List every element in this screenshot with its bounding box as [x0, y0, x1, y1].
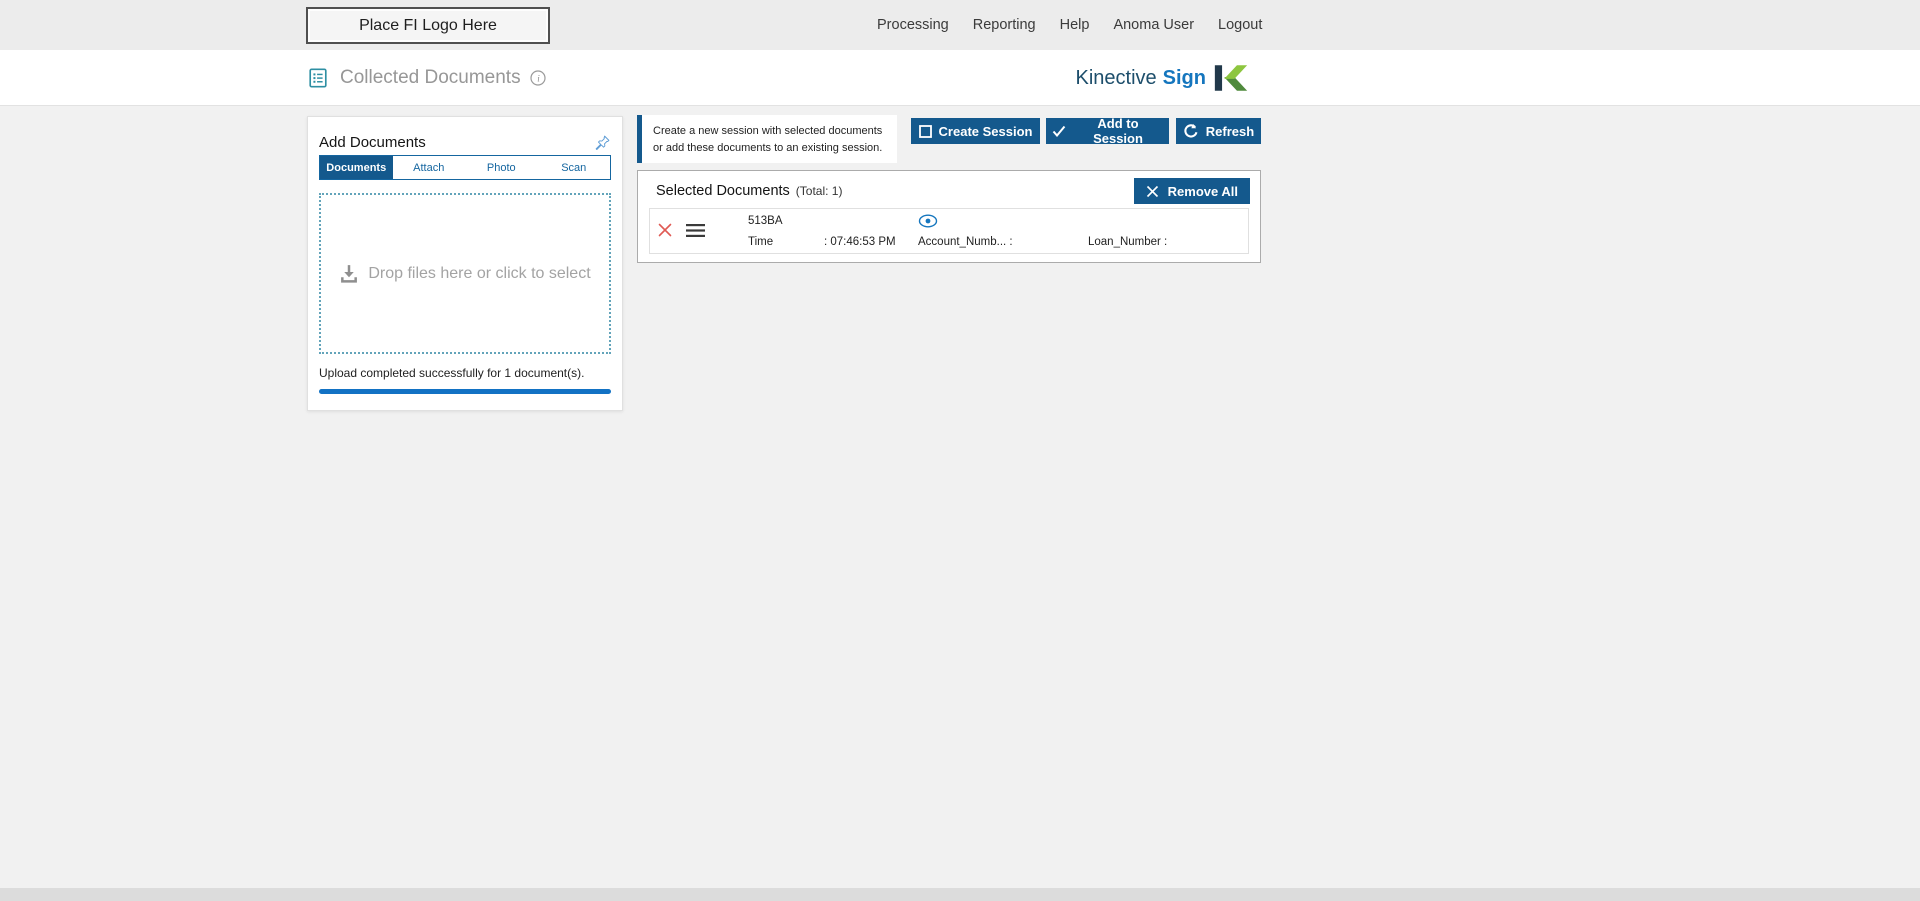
tab-scan[interactable]: Scan [538, 156, 611, 179]
svg-text:i: i [537, 74, 540, 84]
dropzone-text: Drop files here or click to select [368, 265, 590, 283]
tab-photo-label: Photo [487, 162, 516, 174]
add-to-session-button[interactable]: Add to Session [1046, 118, 1169, 144]
preview-eye-icon[interactable] [918, 214, 938, 228]
document-row: 513BA Time : 07:46:53 PM Account_Numb...… [650, 209, 1248, 253]
tab-documents[interactable]: Documents [320, 156, 393, 179]
brand-product: Sign [1163, 67, 1206, 90]
tab-attach[interactable]: Attach [393, 156, 466, 179]
check-icon [1052, 125, 1066, 137]
tab-documents-label: Documents [326, 162, 386, 174]
nav-processing[interactable]: Processing [877, 17, 949, 33]
add-documents-tabs: Documents Attach Photo Scan [319, 155, 611, 180]
selected-documents-header: Selected Documents (Total: 1) Remove All [638, 171, 1260, 206]
file-dropzone[interactable]: Drop files here or click to select [319, 193, 611, 354]
time-field-label: Time [748, 236, 773, 248]
loan-number-field-value: : [1164, 236, 1167, 248]
loan-number-field-label: Loan_Number [1088, 236, 1161, 248]
collected-documents-icon [307, 67, 329, 89]
brand-name: Kinective [1076, 67, 1157, 90]
selected-documents-title: Selected Documents [656, 183, 790, 199]
pin-icon[interactable] [594, 134, 611, 151]
top-bar: Place FI Logo Here Processing Reporting … [0, 0, 1920, 50]
selected-documents-total: (Total: 1) [796, 184, 843, 198]
session-info-message: Create a new session with selected docum… [637, 115, 897, 163]
refresh-button[interactable]: Refresh [1176, 118, 1261, 144]
upload-progress-bar [319, 389, 611, 394]
nav-reporting[interactable]: Reporting [973, 17, 1036, 33]
remove-document-icon[interactable] [658, 223, 672, 237]
upload-status-text: Upload completed successfully for 1 docu… [319, 366, 611, 380]
tab-scan-label: Scan [561, 162, 586, 174]
account-number-field-label: Account_Numb... : [918, 236, 1013, 248]
drag-handle-icon[interactable] [686, 224, 705, 237]
page-title-group: Collected Documents i [307, 50, 546, 106]
fi-logo-text: Place FI Logo Here [359, 17, 497, 35]
remove-all-button[interactable]: Remove All [1134, 178, 1250, 204]
kinective-logo-mark [1214, 64, 1248, 92]
add-to-session-label: Add to Session [1073, 116, 1163, 146]
nav-help[interactable]: Help [1060, 17, 1090, 33]
refresh-label: Refresh [1206, 124, 1254, 139]
fi-logo-placeholder: Place FI Logo Here [306, 7, 550, 44]
document-name: 513BA [748, 215, 783, 227]
remove-all-label: Remove All [1168, 184, 1238, 199]
create-session-button[interactable]: Create Session [911, 118, 1040, 144]
add-documents-card: Add Documents Documents Attach Photo Sca… [307, 116, 623, 411]
selected-documents-panel: Selected Documents (Total: 1) Remove All [637, 170, 1261, 263]
add-documents-title: Add Documents [319, 134, 426, 151]
tab-attach-label: Attach [413, 162, 444, 174]
nav-logout[interactable]: Logout [1218, 17, 1262, 33]
tab-photo[interactable]: Photo [465, 156, 538, 179]
time-field-value: : 07:46:53 PM [824, 236, 896, 248]
page-bottom-strip [0, 888, 1920, 901]
page-title: Collected Documents [340, 67, 521, 89]
top-nav: Processing Reporting Help Anoma User Log… [877, 0, 1262, 50]
refresh-icon [1183, 123, 1199, 139]
remove-all-x-icon [1146, 185, 1159, 198]
info-icon[interactable]: i [530, 70, 546, 86]
brand-logo: Kinective Sign [1076, 50, 1249, 106]
create-session-label: Create Session [939, 124, 1033, 139]
create-session-icon [919, 125, 932, 138]
download-icon [339, 264, 359, 283]
page-header: Collected Documents i Kinective Sign [0, 50, 1920, 106]
session-info-text: Create a new session with selected docum… [653, 125, 882, 154]
document-list: 513BA Time : 07:46:53 PM Account_Numb...… [649, 208, 1249, 254]
nav-user-menu[interactable]: Anoma User [1113, 17, 1194, 33]
